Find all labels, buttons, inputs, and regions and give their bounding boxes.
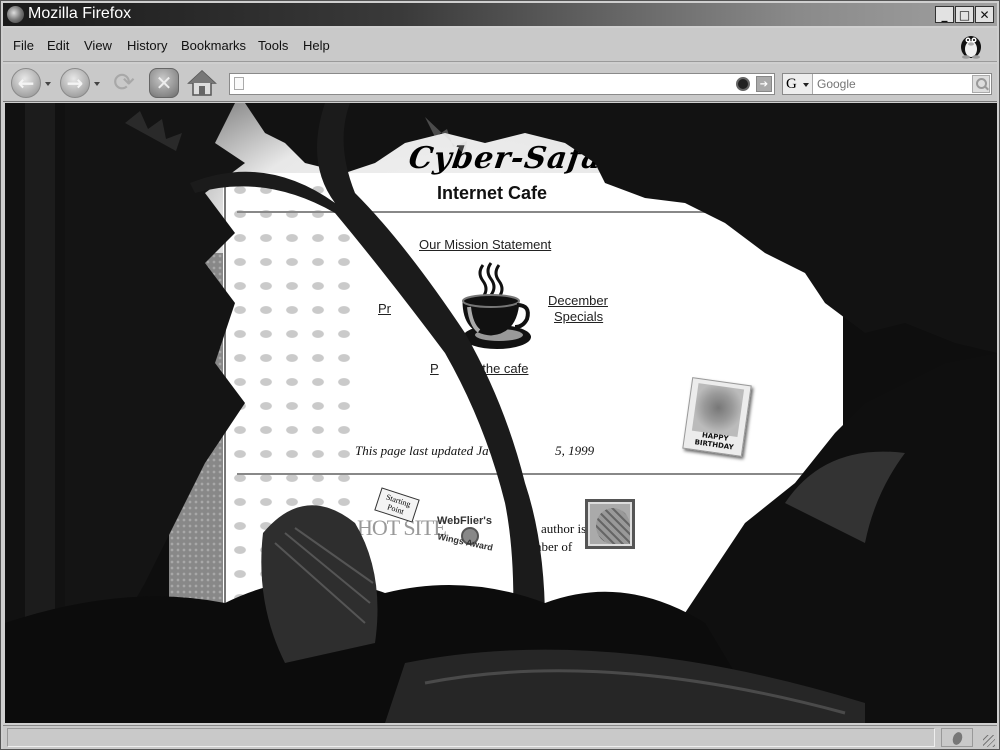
penguin-throbber-icon bbox=[961, 36, 981, 59]
pictures-of-cafe-link[interactable]: f the cafe bbox=[475, 361, 528, 376]
reload-icon: ⟳ bbox=[113, 68, 135, 98]
back-history-dropdown[interactable] bbox=[45, 82, 51, 86]
page-content: Cyber-Safari Internet Cafe Our Mission S… bbox=[5, 103, 997, 723]
firefox-logo-icon bbox=[7, 6, 24, 23]
maximize-button[interactable]: □ bbox=[955, 6, 974, 23]
stop-icon: ✕ bbox=[155, 71, 173, 95]
url-bar[interactable]: ➔ bbox=[229, 73, 775, 95]
prices-link[interactable]: Pr bbox=[378, 301, 391, 316]
coffee-cup-icon bbox=[462, 262, 531, 349]
globe-badge-image[interactable] bbox=[585, 499, 635, 549]
status-text bbox=[7, 728, 935, 747]
google-icon: G bbox=[786, 76, 797, 92]
close-button[interactable]: ✕ bbox=[975, 6, 994, 23]
coffee-bean-background bbox=[227, 178, 357, 638]
december-specials-link-line2[interactable]: Specials bbox=[554, 309, 603, 324]
forward-button[interactable]: → bbox=[60, 68, 90, 98]
textured-strip bbox=[169, 253, 223, 613]
page-icon bbox=[234, 77, 244, 90]
birthday-photo bbox=[691, 383, 745, 438]
search-engine-selector[interactable]: G bbox=[783, 74, 813, 94]
pictures-link-start[interactable]: P bbox=[430, 361, 439, 376]
webflier-wings-award[interactable]: WebFlier's Wings Award bbox=[433, 513, 505, 557]
window-title: Mozilla Firefox bbox=[28, 5, 132, 22]
search-bar[interactable]: G bbox=[782, 73, 992, 95]
search-input[interactable] bbox=[817, 76, 967, 92]
menu-file[interactable]: File bbox=[13, 38, 34, 53]
mission-statement-link[interactable]: Our Mission Statement bbox=[419, 237, 551, 252]
cyber-safari-logo: Cyber-Safari bbox=[406, 141, 634, 176]
menu-bookmarks[interactable]: Bookmarks bbox=[181, 38, 246, 53]
browser-window: Mozilla Firefox _ □ ✕ File Edit View His… bbox=[0, 0, 1000, 750]
reload-button[interactable]: ⟳ bbox=[109, 68, 139, 98]
back-arrow-icon: ← bbox=[17, 71, 35, 95]
home-button[interactable] bbox=[187, 68, 217, 98]
page-subtitle: Internet Cafe bbox=[437, 183, 548, 203]
forward-arrow-icon: → bbox=[66, 71, 84, 95]
search-icon[interactable] bbox=[972, 75, 990, 93]
menu-tools[interactable]: Tools bbox=[258, 38, 288, 53]
stop-button[interactable]: ✕ bbox=[149, 68, 179, 98]
page-border bbox=[224, 183, 226, 623]
status-icon-panel[interactable] bbox=[941, 728, 973, 747]
divider bbox=[237, 211, 817, 213]
coffee-bean-status-icon bbox=[951, 730, 964, 747]
december-specials-link[interactable]: December bbox=[548, 293, 608, 308]
menu-help[interactable]: Help bbox=[303, 38, 330, 53]
chevron-down-icon bbox=[803, 83, 809, 87]
status-bar bbox=[3, 725, 997, 749]
birthday-card-image[interactable]: HAPPY BIRTHDAY bbox=[682, 377, 752, 457]
back-button[interactable]: ← bbox=[11, 68, 41, 98]
webflier-title: WebFlier's bbox=[437, 515, 492, 527]
forward-history-dropdown[interactable] bbox=[94, 82, 100, 86]
author-text-line2: nber of bbox=[535, 539, 573, 554]
last-updated-end: 5, 1999 bbox=[555, 443, 595, 458]
minimize-button[interactable]: _ bbox=[935, 6, 954, 23]
globe-icon bbox=[596, 508, 630, 544]
title-bar: Mozilla Firefox _ □ ✕ bbox=[3, 3, 997, 26]
resize-grip[interactable] bbox=[983, 735, 995, 747]
divider-2 bbox=[237, 473, 837, 475]
menu-bar: File Edit View History Bookmarks Tools H… bbox=[3, 28, 997, 62]
navigation-toolbar: ← → ⟳ ✕ ➔ G bbox=[3, 64, 997, 102]
feed-icon[interactable] bbox=[736, 77, 750, 91]
last-updated-start: This page last updated Ja bbox=[355, 443, 489, 458]
go-button[interactable]: ➔ bbox=[756, 76, 772, 92]
menu-view[interactable]: View bbox=[84, 38, 112, 53]
url-input[interactable] bbox=[250, 76, 730, 92]
menu-history[interactable]: History bbox=[127, 38, 167, 53]
menu-edit[interactable]: Edit bbox=[47, 38, 69, 53]
author-text-line1: author is bbox=[541, 521, 587, 536]
last-updated-text: This page last updated Ja 5, 1999 bbox=[355, 443, 594, 459]
